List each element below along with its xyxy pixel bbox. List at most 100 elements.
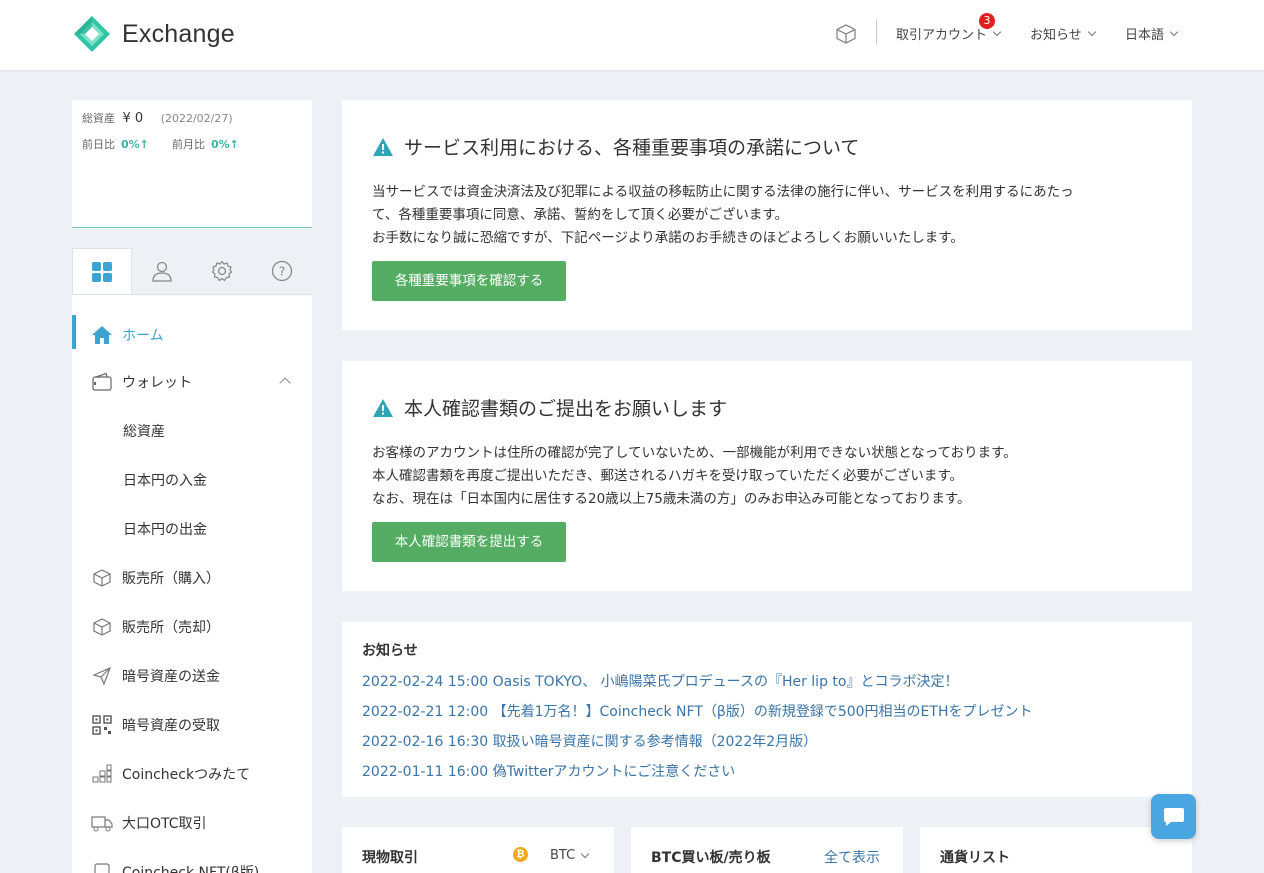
sidebar-item-label: Coincheckつみたて — [122, 767, 251, 783]
month-change-row: 前月比 0%↑ — [172, 136, 239, 152]
news-link[interactable]: 2022-02-24 15:00 Oasis TOKYO、 小嶋陽菜氏プロデュー… — [362, 671, 958, 691]
order-book-card: BTC買い板/売り板 全て表示 — [631, 827, 903, 873]
news-link[interactable]: 2022-02-21 12:00 【先着1万名！】Coincheck NFT（β… — [362, 701, 1032, 721]
sidebar-item-tsumitate[interactable]: Coincheckつみたて — [72, 754, 312, 794]
sidebar-item-jpy-withdraw[interactable]: 日本円の出金 — [72, 509, 312, 549]
app-title: Exchange — [122, 19, 235, 48]
notice-terms-line-3: お手数になり誠に恐縮ですが、下記ページより承諾のお手続きのほどよろしくお願いいた… — [372, 230, 964, 246]
sidebar-item-label: 日本円の入金 — [123, 473, 207, 489]
sidebar-item-label: 日本円の出金 — [123, 522, 207, 538]
sidebar-item-wallet[interactable]: ウォレット — [72, 362, 312, 402]
cube-icon[interactable] — [834, 22, 858, 46]
pair-select[interactable]: BTC — [550, 848, 590, 863]
notice-kyc-line-3: なお、現在は「日本国内に居住する20歳以上75歳未満の方」のみお申込み可能となっ… — [372, 491, 971, 507]
chevron-down-icon — [1169, 27, 1179, 36]
qr-code-icon — [90, 713, 114, 737]
pair-select-value: BTC — [550, 848, 576, 863]
notification-badge: 3 — [979, 13, 995, 29]
tab-dashboard[interactable] — [72, 248, 132, 295]
confirm-terms-button[interactable]: 各種重要事項を確認する — [372, 261, 566, 301]
sidebar-item-otc[interactable]: 大口OTC取引 — [72, 803, 312, 843]
sidebar-item-sell[interactable]: 販売所（売却） — [72, 607, 312, 647]
notice-terms-body: 当サービスでは資金決済法及び犯罪による収益の移転防止に関する法律の施行に伴い、サ… — [372, 181, 1172, 250]
sidebar-item-label: ホーム — [122, 328, 164, 344]
sidebar-item-nft[interactable]: Coincheck NFT(β版) — [72, 852, 312, 873]
sidebar-item-send[interactable]: 暗号資産の送金 — [72, 656, 312, 696]
notice-kyc-line-1: お客様のアカウントは住所の確認が完了していないため、一部機能が利用できない状態と… — [372, 445, 1017, 461]
notice-terms-title-text: サービス利用における、各種重要事項の承諾について — [404, 137, 860, 159]
bitcoin-icon: ₿ — [513, 847, 528, 862]
cube-icon — [90, 566, 114, 590]
sidebar-item-total-assets[interactable]: 総資産 — [72, 411, 312, 451]
grid-icon — [92, 262, 112, 282]
sidebar-item-label: 販売所（売却） — [122, 620, 220, 636]
home-icon — [90, 323, 114, 347]
day-change-label: 前日比 — [82, 138, 115, 151]
cube-icon — [90, 615, 114, 639]
notice-terms-line-2: て、各種重要事項に同意、承諾、誓約をして頂く必要がございます。 — [372, 207, 789, 223]
tab-help[interactable]: ? — [252, 248, 312, 294]
send-icon — [90, 664, 114, 688]
top-header: Exchange 取引アカウント 3 お知らせ 日本語 — [0, 0, 1264, 70]
sidebar-item-label: 暗号資産の受取 — [122, 718, 220, 734]
sidebar-item-label: 暗号資産の送金 — [122, 669, 220, 685]
total-assets-label: 総資産 — [82, 112, 115, 125]
logo[interactable]: Exchange — [72, 14, 235, 54]
sidebar-item-home[interactable]: ホーム — [72, 315, 312, 355]
notice-terms-title: サービス利用における、各種重要事項の承諾について — [372, 133, 859, 160]
tab-account[interactable] — [132, 248, 192, 294]
news-link[interactable]: 2022-02-16 16:30 取扱い暗号資産に関する参考情報（2022年2月… — [362, 731, 817, 751]
header-divider — [876, 20, 877, 44]
news-link[interactable]: 2022-01-11 16:00 偽Twitterアカウントにご注意ください — [362, 761, 735, 781]
notice-kyc-line-2: 本人確認書類を再度ご提出いただき、郵送されるハガキを受け取っていただく必要がござ… — [372, 468, 964, 484]
help-icon: ? — [271, 260, 293, 282]
gear-icon — [211, 260, 233, 282]
notice-terms-card: サービス利用における、各種重要事項の承諾について 当サービスでは資金決済法及び犯… — [342, 100, 1192, 330]
notice-kyc-card: 本人確認書類のご提出をお願いします お客様のアカウントは住所の確認が完了していな… — [342, 361, 1192, 591]
tab-settings[interactable] — [192, 248, 252, 294]
spot-trade-card: 現物取引 ₿ BTC — [342, 827, 614, 873]
month-change-label: 前月比 — [172, 138, 205, 151]
asset-summary: 総資産 ¥ 0 (2022/02/27) 前日比 0%↑ 前月比 0%↑ — [72, 100, 312, 228]
sidebar-item-receive[interactable]: 暗号資産の受取 — [72, 705, 312, 745]
news-menu[interactable]: お知らせ — [1030, 24, 1096, 43]
sidebar-item-label: 販売所（購入） — [122, 571, 220, 587]
news-title: お知らせ — [362, 643, 418, 659]
total-assets-row: 総資産 ¥ 0 (2022/02/27) — [82, 110, 233, 126]
logo-icon — [74, 16, 110, 52]
order-book-title: BTC買い板/売り板 — [651, 850, 771, 866]
chevron-up-icon — [279, 377, 291, 389]
day-change-value: 0%↑ — [121, 138, 149, 151]
chevron-down-icon — [992, 27, 1002, 36]
warning-icon — [373, 137, 393, 156]
total-assets-value: ¥ 0 — [122, 111, 144, 126]
sidebar-item-label: 大口OTC取引 — [122, 816, 207, 832]
news-menu-label: お知らせ — [1030, 28, 1082, 43]
day-change-row: 前日比 0%↑ — [82, 136, 149, 152]
sidebar-nav: ホーム ウォレット 総資産 日本円の入金 日本円の出金 販売所（購入） 販売所（… — [72, 294, 312, 873]
view-all-link[interactable]: 全て表示 — [824, 847, 880, 867]
news-card: お知らせ 2022-02-24 15:00 Oasis TOKYO、 小嶋陽菜氏… — [342, 622, 1192, 797]
user-icon — [152, 261, 172, 282]
chevron-down-icon — [580, 849, 590, 858]
svg-text:?: ? — [279, 265, 285, 279]
language-menu-label: 日本語 — [1125, 28, 1165, 43]
currency-list-title: 通貨リスト — [940, 850, 1010, 866]
chat-button[interactable] — [1151, 794, 1196, 839]
warning-icon — [373, 398, 393, 417]
notice-kyc-title: 本人確認書類のご提出をお願いします — [372, 394, 727, 421]
spot-trade-title: 現物取引 — [362, 850, 418, 866]
language-menu[interactable]: 日本語 — [1125, 24, 1179, 43]
account-menu-label: 取引アカウント — [896, 28, 988, 43]
notice-kyc-body: お客様のアカウントは住所の確認が完了していないため、一部機能が利用できない状態と… — [372, 442, 1172, 511]
chevron-down-icon — [1087, 27, 1096, 36]
summary-date: (2022/02/27) — [160, 112, 233, 125]
truck-icon — [90, 811, 114, 835]
submit-documents-button[interactable]: 本人確認書類を提出する — [372, 522, 566, 562]
sidebar-item-jpy-deposit[interactable]: 日本円の入金 — [72, 460, 312, 500]
month-change-value: 0%↑ — [211, 138, 239, 151]
notice-terms-line-1: 当サービスでは資金決済法及び犯罪による収益の移転防止に関する法律の施行に伴い、サ… — [372, 184, 1074, 200]
sidebar-item-buy[interactable]: 販売所（購入） — [72, 558, 312, 598]
notice-kyc-title-text: 本人確認書類のご提出をお願いします — [404, 398, 728, 420]
sidebar-item-label: 総資産 — [123, 424, 165, 440]
